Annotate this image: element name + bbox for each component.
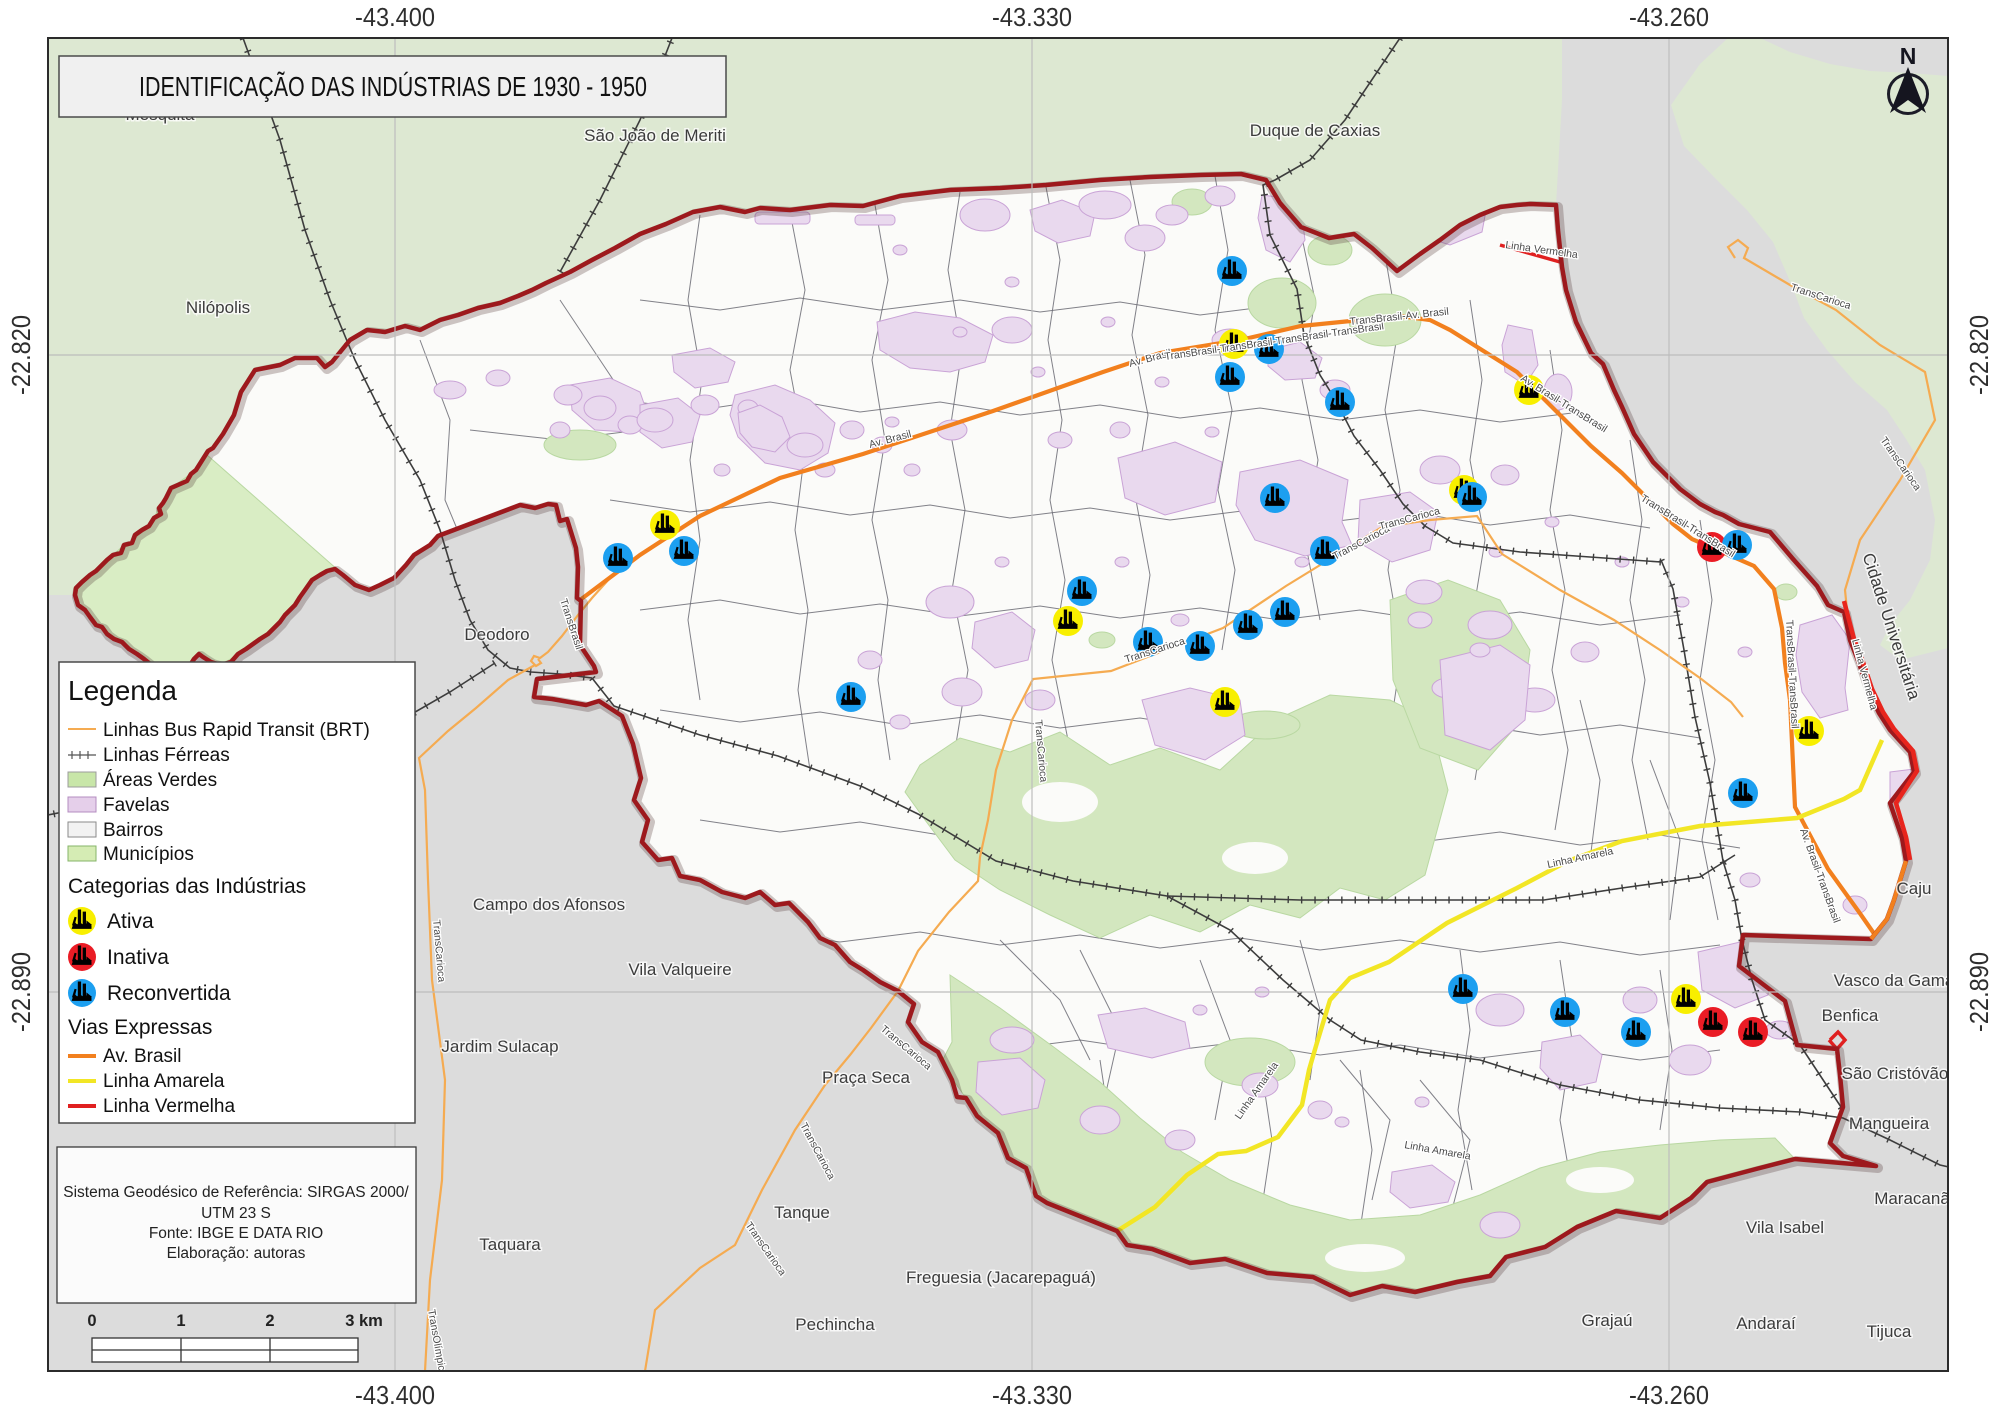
svg-text:Fonte: IBGE E DATA RIO: Fonte: IBGE E DATA RIO [149, 1225, 323, 1242]
svg-text:Grajaú: Grajaú [1581, 1311, 1632, 1330]
svg-text:-22.820: -22.820 [1966, 315, 1994, 395]
svg-text:Áreas Verdes: Áreas Verdes [103, 770, 217, 791]
svg-text:Inativa: Inativa [107, 946, 169, 969]
svg-text:Duque de Caxias: Duque de Caxias [1250, 121, 1380, 140]
svg-text:Jardim Sulacap: Jardim Sulacap [441, 1037, 558, 1056]
svg-text:Reconvertida: Reconvertida [107, 982, 231, 1005]
svg-text:Linha Vermelha: Linha Vermelha [103, 1096, 235, 1117]
svg-text:Caju: Caju [1897, 879, 1932, 898]
svg-text:Benfica: Benfica [1822, 1006, 1879, 1025]
svg-text:N: N [1900, 43, 1917, 69]
svg-text:2: 2 [265, 1312, 274, 1330]
svg-text:-43.330: -43.330 [992, 4, 1072, 32]
svg-text:Pechincha: Pechincha [795, 1315, 875, 1334]
svg-text:Nilópolis: Nilópolis [186, 298, 250, 317]
svg-text:-22.890: -22.890 [8, 952, 36, 1032]
svg-text:Vasco da Gama: Vasco da Gama [1834, 971, 1955, 990]
svg-text:Legenda: Legenda [68, 675, 177, 706]
svg-text:Freguesia (Jacarepaguá): Freguesia (Jacarepaguá) [906, 1268, 1096, 1287]
svg-text:Maracanã: Maracanã [1874, 1189, 1950, 1208]
svg-text:Tanque: Tanque [774, 1203, 830, 1222]
svg-text:-22.820: -22.820 [8, 315, 36, 395]
svg-text:UTM 23 S: UTM 23 S [201, 1205, 271, 1222]
svg-text:Campo dos Afonsos: Campo dos Afonsos [473, 895, 625, 914]
svg-text:Ativa: Ativa [107, 910, 154, 933]
svg-text:Deodoro: Deodoro [464, 625, 529, 644]
svg-text:Praça Seca: Praça Seca [822, 1068, 910, 1087]
svg-text:Municípios: Municípios [103, 844, 194, 865]
svg-text:1: 1 [176, 1312, 185, 1330]
svg-text:Vias Expressas: Vias Expressas [68, 1016, 212, 1039]
svg-text:Linha Amarela: Linha Amarela [103, 1071, 225, 1092]
svg-text:-43.400: -43.400 [355, 4, 435, 32]
svg-text:Bairros: Bairros [103, 820, 163, 841]
svg-text:Vila Valqueire: Vila Valqueire [628, 960, 731, 979]
svg-text:Categorias das Indústrias: Categorias das Indústrias [68, 875, 306, 898]
svg-text:0: 0 [87, 1312, 96, 1330]
svg-text:Andaraí: Andaraí [1736, 1314, 1796, 1333]
svg-text:Linhas Bus Rapid Transit (BRT): Linhas Bus Rapid Transit (BRT) [103, 720, 370, 741]
svg-text:Vila Isabel: Vila Isabel [1746, 1218, 1824, 1237]
svg-text:Elaboração: autoras: Elaboração: autoras [167, 1245, 306, 1262]
svg-text:Sistema Geodésico de Referênci: Sistema Geodésico de Referência: SIRGAS … [63, 1184, 409, 1201]
svg-text:São João de Meriti: São João de Meriti [584, 126, 726, 145]
svg-text:-22.890: -22.890 [1966, 952, 1994, 1032]
svg-text:Tijuca: Tijuca [1867, 1322, 1912, 1341]
svg-text:IDENTIFICAÇÃO DAS INDÚSTRIAS D: IDENTIFICAÇÃO DAS INDÚSTRIAS DE 1930 - 1… [139, 71, 647, 102]
svg-text:-43.400: -43.400 [355, 1382, 435, 1410]
svg-text:São Cristóvão: São Cristóvão [1842, 1064, 1949, 1083]
svg-text:Linhas Férreas: Linhas Férreas [103, 745, 230, 766]
svg-text:Mangueira: Mangueira [1849, 1114, 1930, 1133]
svg-text:-43.330: -43.330 [992, 1382, 1072, 1410]
svg-text:-43.260: -43.260 [1629, 1382, 1709, 1410]
svg-text:Favelas: Favelas [103, 795, 170, 816]
svg-text:Av. Brasil: Av. Brasil [103, 1046, 182, 1067]
svg-text:-43.260: -43.260 [1629, 4, 1709, 32]
svg-text:3 km: 3 km [345, 1312, 383, 1330]
svg-text:Taquara: Taquara [479, 1235, 541, 1254]
